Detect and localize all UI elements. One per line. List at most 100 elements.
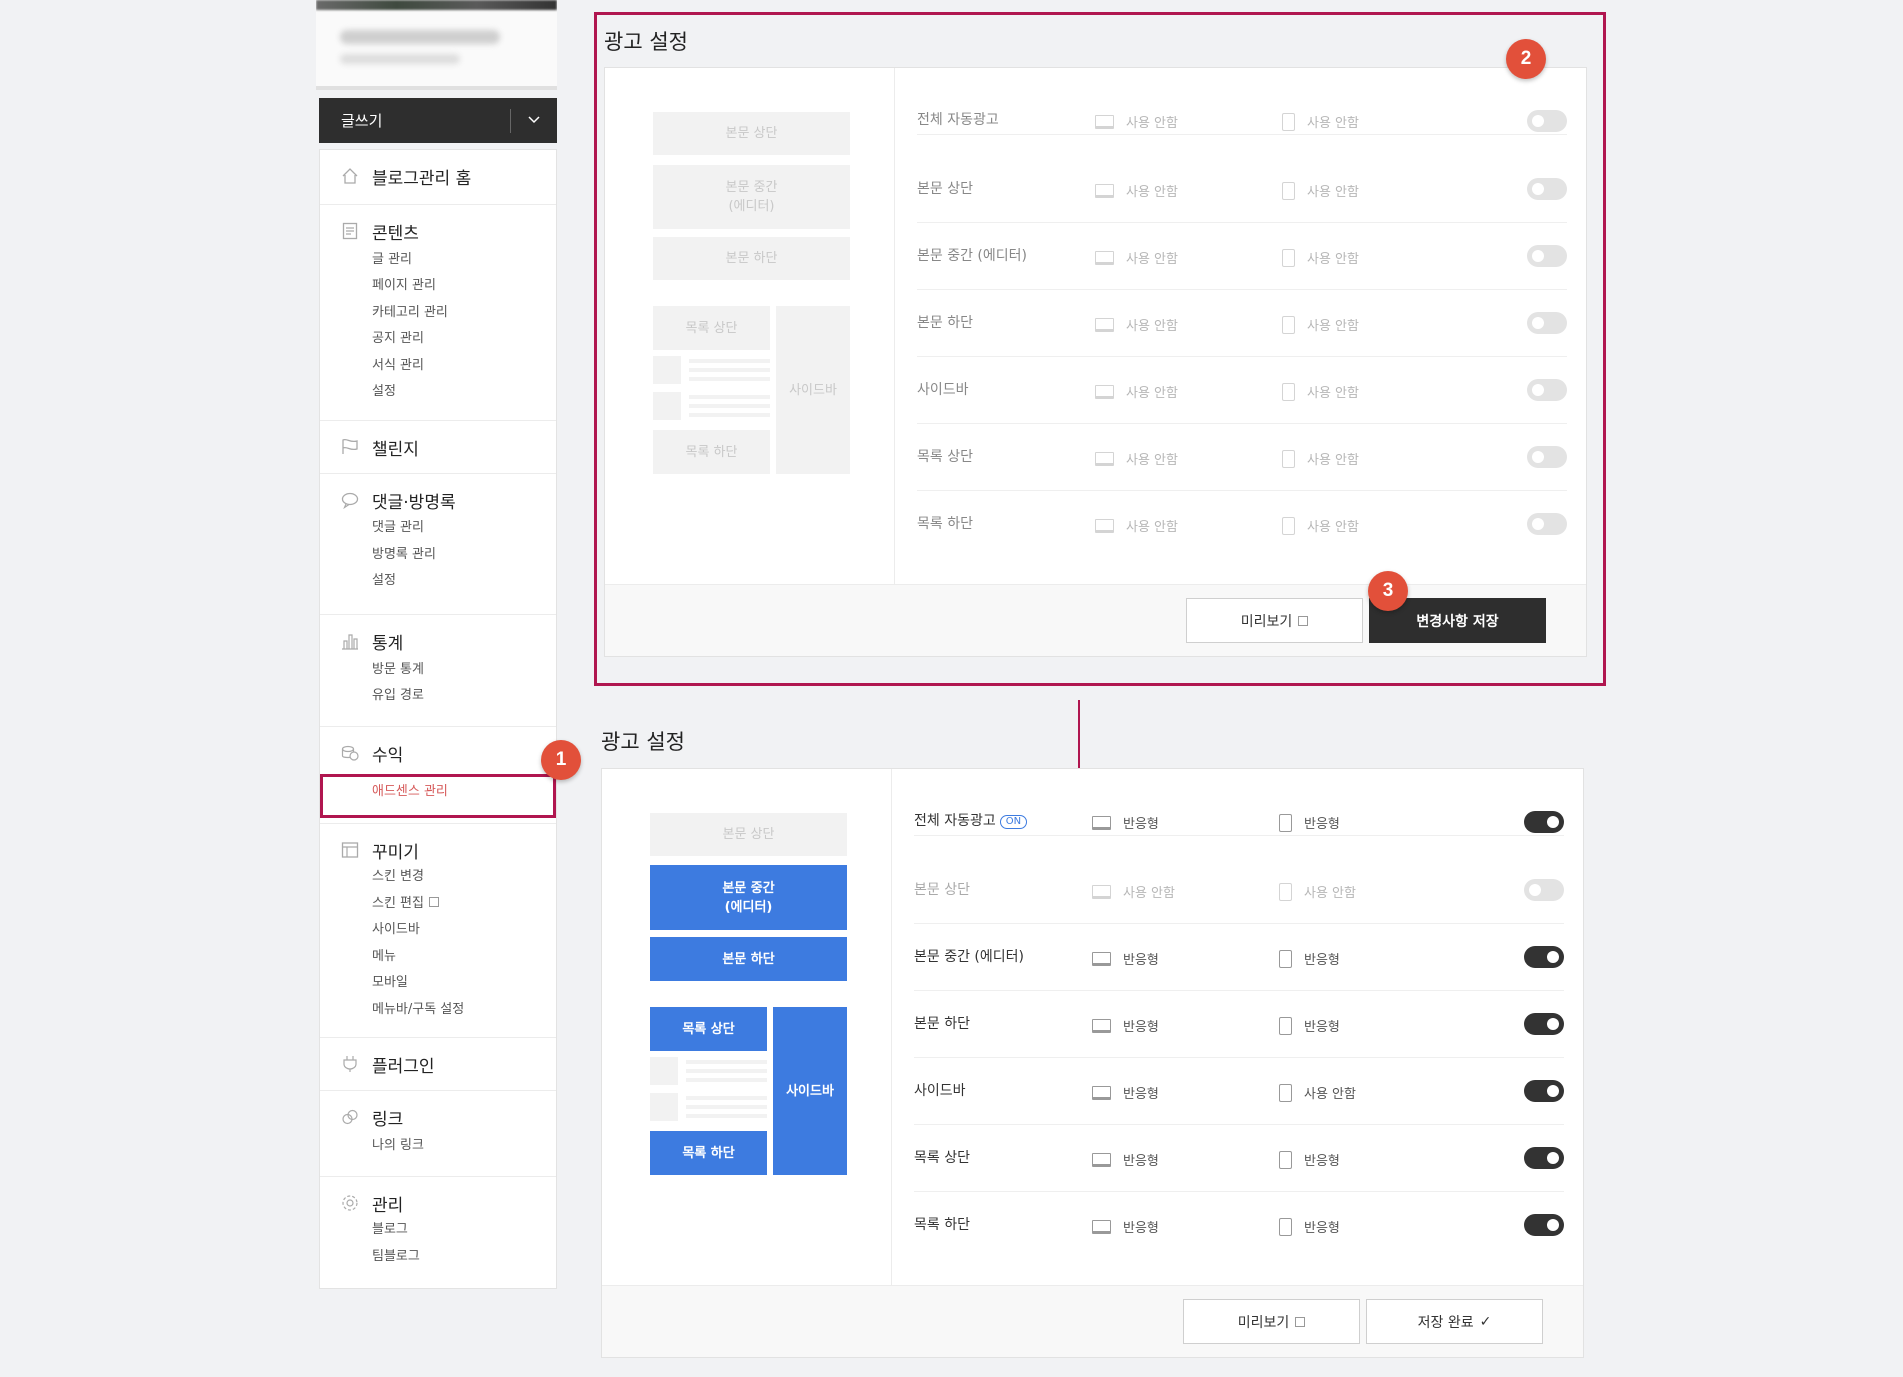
chevron-down-icon[interactable]: [511, 113, 557, 128]
external-link-icon: [1295, 1316, 1306, 1327]
mobile-ad-value: 사용 안함: [1307, 453, 1359, 468]
sidebar-sub-item[interactable]: 댓글 관리: [372, 521, 424, 535]
pc-ad-select[interactable]: 반응형: [1092, 1150, 1159, 1169]
step-badge-1: 1: [541, 740, 581, 780]
sidebar-sub-item[interactable]: 메뉴바/구독 설정: [372, 1003, 464, 1017]
sidebar-sub-item[interactable]: 카테고리 관리: [372, 306, 448, 320]
sidebar-sub-item[interactable]: 페이지 관리: [372, 279, 436, 293]
mobile-ad-value: 반응형: [1304, 1020, 1340, 1035]
pc-ad-value: 반응형: [1123, 1221, 1159, 1236]
sidebar-sub-item[interactable]: 블로그: [372, 1223, 408, 1237]
sidebar-group-plugins: 플러그인: [320, 1038, 556, 1091]
mobile-ad-select[interactable]: 사용 안함: [1282, 248, 1359, 267]
sidebar-sub-item[interactable]: 공지 관리: [372, 332, 424, 346]
mobile-ad-select[interactable]: 사용 안함: [1279, 1083, 1356, 1102]
ad-toggle-switch[interactable]: [1524, 879, 1564, 901]
sidebar-sub-item[interactable]: 나의 링크: [372, 1139, 424, 1153]
sidebar-item-links[interactable]: 링크: [340, 1105, 403, 1130]
pc-ad-select[interactable]: 사용 안함: [1095, 315, 1178, 334]
toggle-knob: [1532, 250, 1544, 262]
mobile-ad-select[interactable]: 사용 안함: [1282, 449, 1359, 468]
mobile-ad-select[interactable]: 사용 안함: [1282, 315, 1359, 334]
mobile-ad-select[interactable]: 사용 안함: [1282, 516, 1359, 535]
mobile-icon: [1282, 449, 1295, 468]
ad-toggle-switch[interactable]: [1524, 946, 1564, 968]
mobile-ad-select[interactable]: 반응형: [1279, 1150, 1340, 1169]
preview-text-line: [689, 368, 770, 372]
preview-list-top: 목록 상단: [650, 1007, 767, 1051]
sidebar-sub-item[interactable]: 팀블로그: [372, 1250, 420, 1264]
save-complete-button[interactable]: 저장 완료 ✓: [1366, 1299, 1543, 1344]
pc-ad-select[interactable]: 반응형: [1092, 813, 1159, 832]
pc-ad-value: 사용 안함: [1126, 520, 1178, 535]
sidebar-sub-item[interactable]: 방명록 관리: [372, 548, 436, 562]
pc-ad-select[interactable]: 반응형: [1092, 1016, 1159, 1035]
mobile-ad-select[interactable]: 반응형: [1279, 949, 1340, 968]
ad-toggle-switch[interactable]: [1527, 446, 1567, 468]
sidebar-item-stats[interactable]: 통계: [340, 629, 403, 654]
sidebar-item-blog-home[interactable]: 블로그관리 홈: [340, 164, 471, 189]
pc-ad-select[interactable]: 사용 안함: [1095, 181, 1178, 200]
sidebar-sub-item[interactable]: 유입 경로: [372, 689, 424, 703]
mobile-ad-select[interactable]: 사용 안함: [1282, 112, 1359, 131]
pc-ad-select[interactable]: 사용 안함: [1092, 882, 1175, 901]
mobile-ad-select[interactable]: 반응형: [1279, 1217, 1340, 1236]
mobile-ad-select[interactable]: 사용 안함: [1282, 181, 1359, 200]
mobile-ad-value: 반응형: [1304, 1154, 1340, 1169]
sidebar-sub-item[interactable]: 방문 통계: [372, 663, 424, 677]
sidebar-item-comments[interactable]: 댓글·방명록: [340, 488, 456, 513]
mobile-ad-select[interactable]: 사용 안함: [1282, 382, 1359, 401]
ad-toggle-switch[interactable]: [1524, 811, 1564, 833]
mobile-ad-select[interactable]: 사용 안함: [1279, 882, 1356, 901]
pc-ad-select[interactable]: 반응형: [1092, 1083, 1159, 1102]
pc-ad-select[interactable]: 반응형: [1092, 949, 1159, 968]
blog-profile-card: [316, 0, 557, 90]
sidebar-sub-item[interactable]: 글 관리: [372, 253, 412, 267]
sidebar-item-challenge[interactable]: 챌린지: [340, 435, 419, 460]
pc-ad-select[interactable]: 사용 안함: [1095, 449, 1178, 468]
mobile-ad-select[interactable]: 반응형: [1279, 813, 1340, 832]
pc-ad-value: 사용 안함: [1126, 116, 1178, 131]
mobile-icon: [1279, 1083, 1292, 1102]
ad-position-name: 본문 하단: [914, 1016, 970, 1032]
preview-button[interactable]: 미리보기: [1186, 598, 1363, 643]
pc-ad-select[interactable]: 사용 안함: [1095, 516, 1178, 535]
ad-toggle-switch[interactable]: [1524, 1080, 1564, 1102]
mobile-ad-select[interactable]: 반응형: [1279, 1016, 1340, 1035]
write-button[interactable]: 글쓰기: [319, 98, 557, 143]
toggle-knob: [1532, 183, 1544, 195]
pc-ad-select[interactable]: 반응형: [1092, 1217, 1159, 1236]
pc-ad-select[interactable]: 사용 안함: [1095, 248, 1178, 267]
ad-toggle-switch[interactable]: [1527, 110, 1567, 132]
sidebar-sub-item[interactable]: 메뉴: [372, 950, 396, 964]
sidebar-item-plugins[interactable]: 플러그인: [340, 1052, 435, 1077]
toggle-knob: [1547, 1018, 1559, 1030]
ad-toggle-switch[interactable]: [1527, 312, 1567, 334]
ad-toggle-switch[interactable]: [1527, 245, 1567, 267]
sidebar-sub-item[interactable]: 서식 관리: [372, 359, 424, 373]
sidebar-item-manage[interactable]: 관리: [340, 1191, 403, 1216]
sidebar-sub-item[interactable]: 스킨 변경: [372, 870, 424, 884]
ad-toggle-switch[interactable]: [1524, 1214, 1564, 1236]
pc-ad-select[interactable]: 사용 안함: [1095, 382, 1178, 401]
preview-button-label: 미리보기: [1237, 1314, 1290, 1331]
preview-button[interactable]: 미리보기: [1183, 1299, 1360, 1344]
ad-toggle-switch[interactable]: [1527, 513, 1567, 535]
sidebar-item-content[interactable]: 콘텐츠: [340, 219, 419, 244]
mobile-ad-value: 사용 안함: [1304, 1087, 1356, 1102]
ad-toggle-switch[interactable]: [1527, 379, 1567, 401]
ad-toggle-switch[interactable]: [1527, 178, 1567, 200]
sidebar-item-revenue[interactable]: 수익: [340, 741, 403, 766]
sidebar-sub-item[interactable]: 모바일: [372, 976, 408, 990]
sidebar-sub-item[interactable]: 사이드바: [372, 923, 420, 937]
sidebar-item-customize[interactable]: 꾸미기: [340, 838, 419, 863]
ad-toggle-switch[interactable]: [1524, 1013, 1564, 1035]
sidebar-sub-item-skin-edit[interactable]: 스킨 편집: [372, 897, 439, 911]
preview-thumb: [653, 356, 681, 384]
sidebar-sub-item[interactable]: 설정: [372, 385, 396, 399]
ad-toggle-switch[interactable]: [1524, 1147, 1564, 1169]
ad-position-name: 목록 상단: [917, 449, 973, 465]
sidebar-sub-item[interactable]: 설정: [372, 574, 396, 588]
preview-text-line: [686, 1078, 767, 1082]
pc-ad-select[interactable]: 사용 안함: [1095, 112, 1178, 131]
